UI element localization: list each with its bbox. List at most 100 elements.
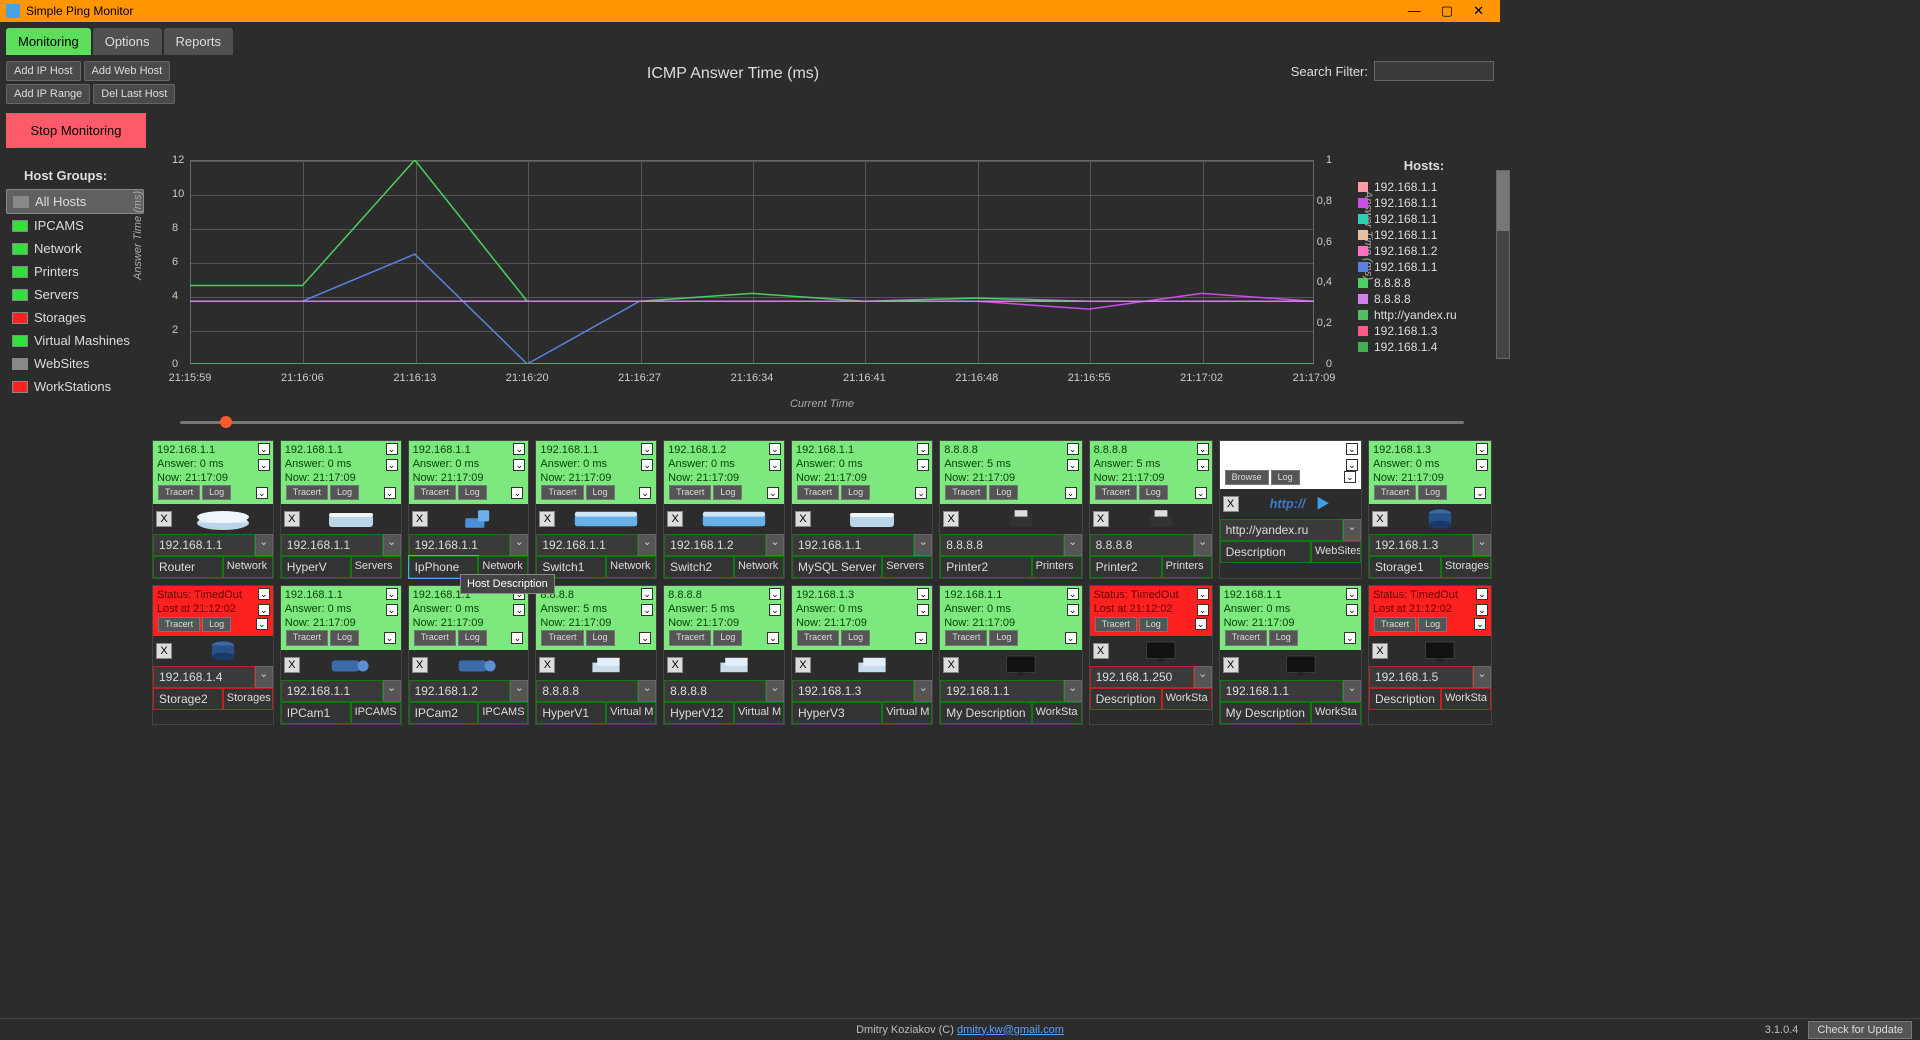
dropdown-icon[interactable]: ⌄ — [917, 459, 929, 471]
dropdown-icon[interactable]: ⌄ — [1474, 487, 1486, 499]
remove-host-button[interactable]: X — [795, 511, 811, 527]
tracert-button[interactable]: Tracert — [1225, 630, 1267, 645]
remove-host-button[interactable]: X — [1372, 643, 1388, 659]
dropdown-icon[interactable]: ⌄ — [639, 487, 651, 499]
host-group[interactable]: WorkSta — [1032, 702, 1082, 724]
dropdown-icon[interactable]: ⌄ — [769, 588, 781, 600]
dropdown-icon[interactable]: ⌄ — [917, 604, 929, 616]
dropdown-icon[interactable]: ⌄ — [1346, 443, 1358, 455]
dropdown-icon[interactable]: ⌄ — [769, 604, 781, 616]
host-group[interactable]: IPCAMS — [351, 702, 401, 724]
dropdown-icon[interactable]: ⌄ — [915, 632, 927, 644]
legend-item[interactable]: 192.168.1.4 — [1358, 339, 1490, 355]
host-ip-input[interactable]: 192.168.1.2 — [664, 534, 766, 556]
host-description[interactable]: Switch1 — [536, 556, 606, 578]
remove-host-button[interactable]: X — [539, 511, 555, 527]
sidebar-item-servers[interactable]: Servers — [6, 283, 144, 306]
dropdown-icon[interactable]: ⌄ — [767, 487, 779, 499]
author-email[interactable]: dmitry.kw@gmail.com — [957, 1024, 1064, 1036]
host-description[interactable]: IPCam1 — [281, 702, 351, 724]
host-ip-input[interactable]: 192.168.1.1 — [940, 680, 1063, 702]
remove-host-button[interactable]: X — [1372, 511, 1388, 527]
legend-item[interactable]: 192.168.1.1 — [1358, 259, 1490, 275]
host-group[interactable]: WorkSta — [1441, 688, 1491, 710]
remove-host-button[interactable]: X — [1093, 511, 1109, 527]
sidebar-item-workstations[interactable]: WorkStations — [6, 375, 144, 398]
host-ip-input[interactable]: 192.168.1.3 — [792, 680, 914, 702]
log-button[interactable]: Log — [1139, 485, 1168, 500]
sidebar-item-storages[interactable]: Storages — [6, 306, 144, 329]
dropdown-icon[interactable]: ⌄ — [511, 632, 523, 644]
legend-item[interactable]: 192.168.1.1 — [1358, 195, 1490, 211]
host-description[interactable]: HyperV — [281, 556, 351, 578]
remove-host-button[interactable]: X — [795, 657, 811, 673]
log-button[interactable]: Log — [458, 485, 487, 500]
host-description[interactable]: IpPhone — [409, 556, 479, 578]
remove-host-button[interactable]: X — [156, 511, 172, 527]
tracert-button[interactable]: Tracert — [286, 485, 328, 500]
browse-button[interactable]: Browse — [1225, 470, 1269, 485]
log-button[interactable]: Log — [586, 630, 615, 645]
tracert-button[interactable]: Tracert — [1374, 617, 1416, 632]
dropdown-icon[interactable]: ⌄ — [386, 443, 398, 455]
dropdown-icon[interactable]: ⌄ — [1343, 680, 1361, 702]
host-description[interactable]: HyperV12 — [664, 702, 734, 724]
dropdown-icon[interactable]: ⌄ — [1195, 618, 1207, 630]
dropdown-icon[interactable]: ⌄ — [1194, 666, 1212, 688]
host-group[interactable]: Printers — [1032, 556, 1082, 578]
remove-host-button[interactable]: X — [284, 657, 300, 673]
log-button[interactable]: Log — [1271, 470, 1300, 485]
dropdown-icon[interactable]: ⌄ — [1065, 632, 1077, 644]
tracert-button[interactable]: Tracert — [541, 630, 583, 645]
log-button[interactable]: Log — [713, 485, 742, 500]
dropdown-icon[interactable]: ⌄ — [641, 588, 653, 600]
log-button[interactable]: Log — [202, 617, 231, 632]
dropdown-icon[interactable]: ⌄ — [256, 618, 268, 630]
dropdown-icon[interactable]: ⌄ — [767, 632, 779, 644]
dropdown-icon[interactable]: ⌄ — [386, 459, 398, 471]
host-group[interactable]: Virtual M — [882, 702, 932, 724]
dropdown-icon[interactable]: ⌄ — [1343, 519, 1361, 541]
sidebar-item-virtual-mashines[interactable]: Virtual Mashines — [6, 329, 144, 352]
check-update-button[interactable]: Check for Update — [1808, 1021, 1912, 1039]
dropdown-icon[interactable]: ⌄ — [638, 680, 656, 702]
dropdown-icon[interactable]: ⌄ — [258, 459, 270, 471]
host-description[interactable]: Storage1 — [1369, 556, 1441, 578]
add-ip-range-button[interactable]: Add IP Range — [6, 84, 90, 104]
dropdown-icon[interactable]: ⌄ — [1197, 443, 1209, 455]
host-ip-input[interactable]: 192.168.1.1 — [409, 534, 511, 556]
del-last-host-button[interactable]: Del Last Host — [93, 84, 175, 104]
log-button[interactable]: Log — [841, 485, 870, 500]
tracert-button[interactable]: Tracert — [158, 485, 200, 500]
host-group[interactable]: Printers — [1162, 556, 1212, 578]
tracert-button[interactable]: Tracert — [158, 617, 200, 632]
dropdown-icon[interactable]: ⌄ — [1067, 443, 1079, 455]
dropdown-icon[interactable]: ⌄ — [258, 588, 270, 600]
tracert-button[interactable]: Tracert — [1095, 617, 1137, 632]
legend-item[interactable]: 192.168.1.1 — [1358, 211, 1490, 227]
host-group[interactable]: Virtual M — [606, 702, 656, 724]
dropdown-icon[interactable]: ⌄ — [383, 534, 401, 556]
host-description[interactable]: My Description — [940, 702, 1031, 724]
host-description[interactable]: Router — [153, 556, 223, 578]
time-slider[interactable] — [180, 414, 1464, 430]
dropdown-icon[interactable]: ⌄ — [1344, 632, 1356, 644]
dropdown-icon[interactable]: ⌄ — [638, 534, 656, 556]
remove-host-button[interactable]: X — [667, 511, 683, 527]
host-group[interactable]: Servers — [882, 556, 932, 578]
dropdown-icon[interactable]: ⌄ — [1194, 534, 1212, 556]
log-button[interactable]: Log — [330, 630, 359, 645]
legend-item[interactable]: 8.8.8.8 — [1358, 291, 1490, 307]
sidebar-item-websites[interactable]: WebSites — [6, 352, 144, 375]
dropdown-icon[interactable]: ⌄ — [1473, 666, 1491, 688]
tracert-button[interactable]: Tracert — [414, 485, 456, 500]
add-ip-host-button[interactable]: Add IP Host — [6, 61, 81, 81]
log-button[interactable]: Log — [330, 485, 359, 500]
dropdown-icon[interactable]: ⌄ — [1067, 604, 1079, 616]
dropdown-icon[interactable]: ⌄ — [766, 680, 784, 702]
dropdown-icon[interactable]: ⌄ — [1064, 680, 1082, 702]
dropdown-icon[interactable]: ⌄ — [641, 604, 653, 616]
host-ip-input[interactable]: 192.168.1.1 — [1220, 680, 1343, 702]
dropdown-icon[interactable]: ⌄ — [510, 680, 528, 702]
legend-item[interactable]: 192.168.1.1 — [1358, 179, 1490, 195]
